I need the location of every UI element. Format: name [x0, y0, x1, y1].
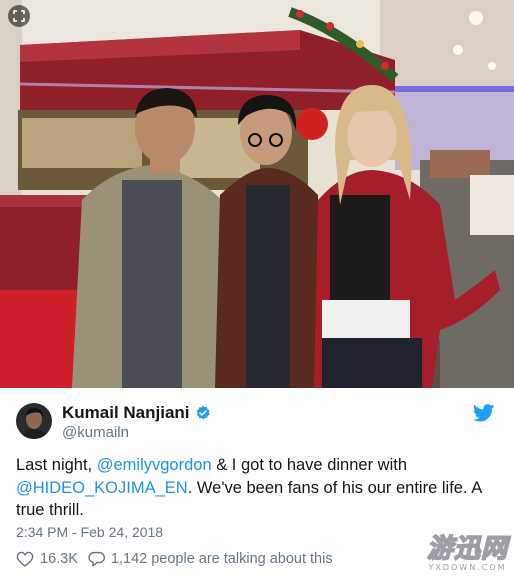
expand-icon: [13, 10, 25, 22]
avatar-image: [16, 403, 52, 439]
site-watermark: 游迅网 YXDOWN.COM: [426, 534, 508, 572]
watermark-main: 游迅网: [426, 534, 508, 564]
watermark-sub: YXDOWN.COM: [428, 563, 507, 572]
reply-bubble-icon: [88, 551, 105, 567]
photo-scene: [0, 0, 514, 388]
verified-badge-icon: [196, 405, 210, 420]
replies-text: 1,142 people are talking about this: [110, 551, 333, 567]
like-count: 16.3K: [40, 551, 78, 567]
author-name-text[interactable]: Kumail Nanjiani: [62, 403, 190, 423]
mention-link-kojima[interactable]: @HIDEO_KOJIMA_EN: [16, 479, 188, 497]
reply-button[interactable]: 1,142 people are talking about this: [88, 551, 333, 567]
twitter-bird-icon[interactable]: [473, 404, 495, 422]
tweet-photo[interactable]: [0, 0, 514, 388]
tweet-text: Last night, @emilyvgordon & I got to hav…: [16, 454, 486, 522]
tweet-timestamp[interactable]: 2:34 PM - Feb 24, 2018: [16, 524, 163, 541]
tweet-text-part-1: Last night,: [16, 456, 97, 474]
heart-icon: [16, 551, 34, 567]
author-handle[interactable]: @kumailn: [62, 424, 129, 442]
expand-photo-button[interactable]: [8, 5, 30, 27]
mention-link-emily[interactable]: @emilyvgordon: [97, 456, 212, 474]
author-name[interactable]: Kumail Nanjiani: [62, 403, 211, 423]
tweet-text-part-2: & I got to have dinner with: [211, 456, 407, 474]
like-button[interactable]: 16.3K: [16, 551, 78, 567]
tweet-actions: 16.3K 1,142 people are talking about thi…: [16, 551, 343, 567]
avatar[interactable]: [16, 403, 52, 439]
